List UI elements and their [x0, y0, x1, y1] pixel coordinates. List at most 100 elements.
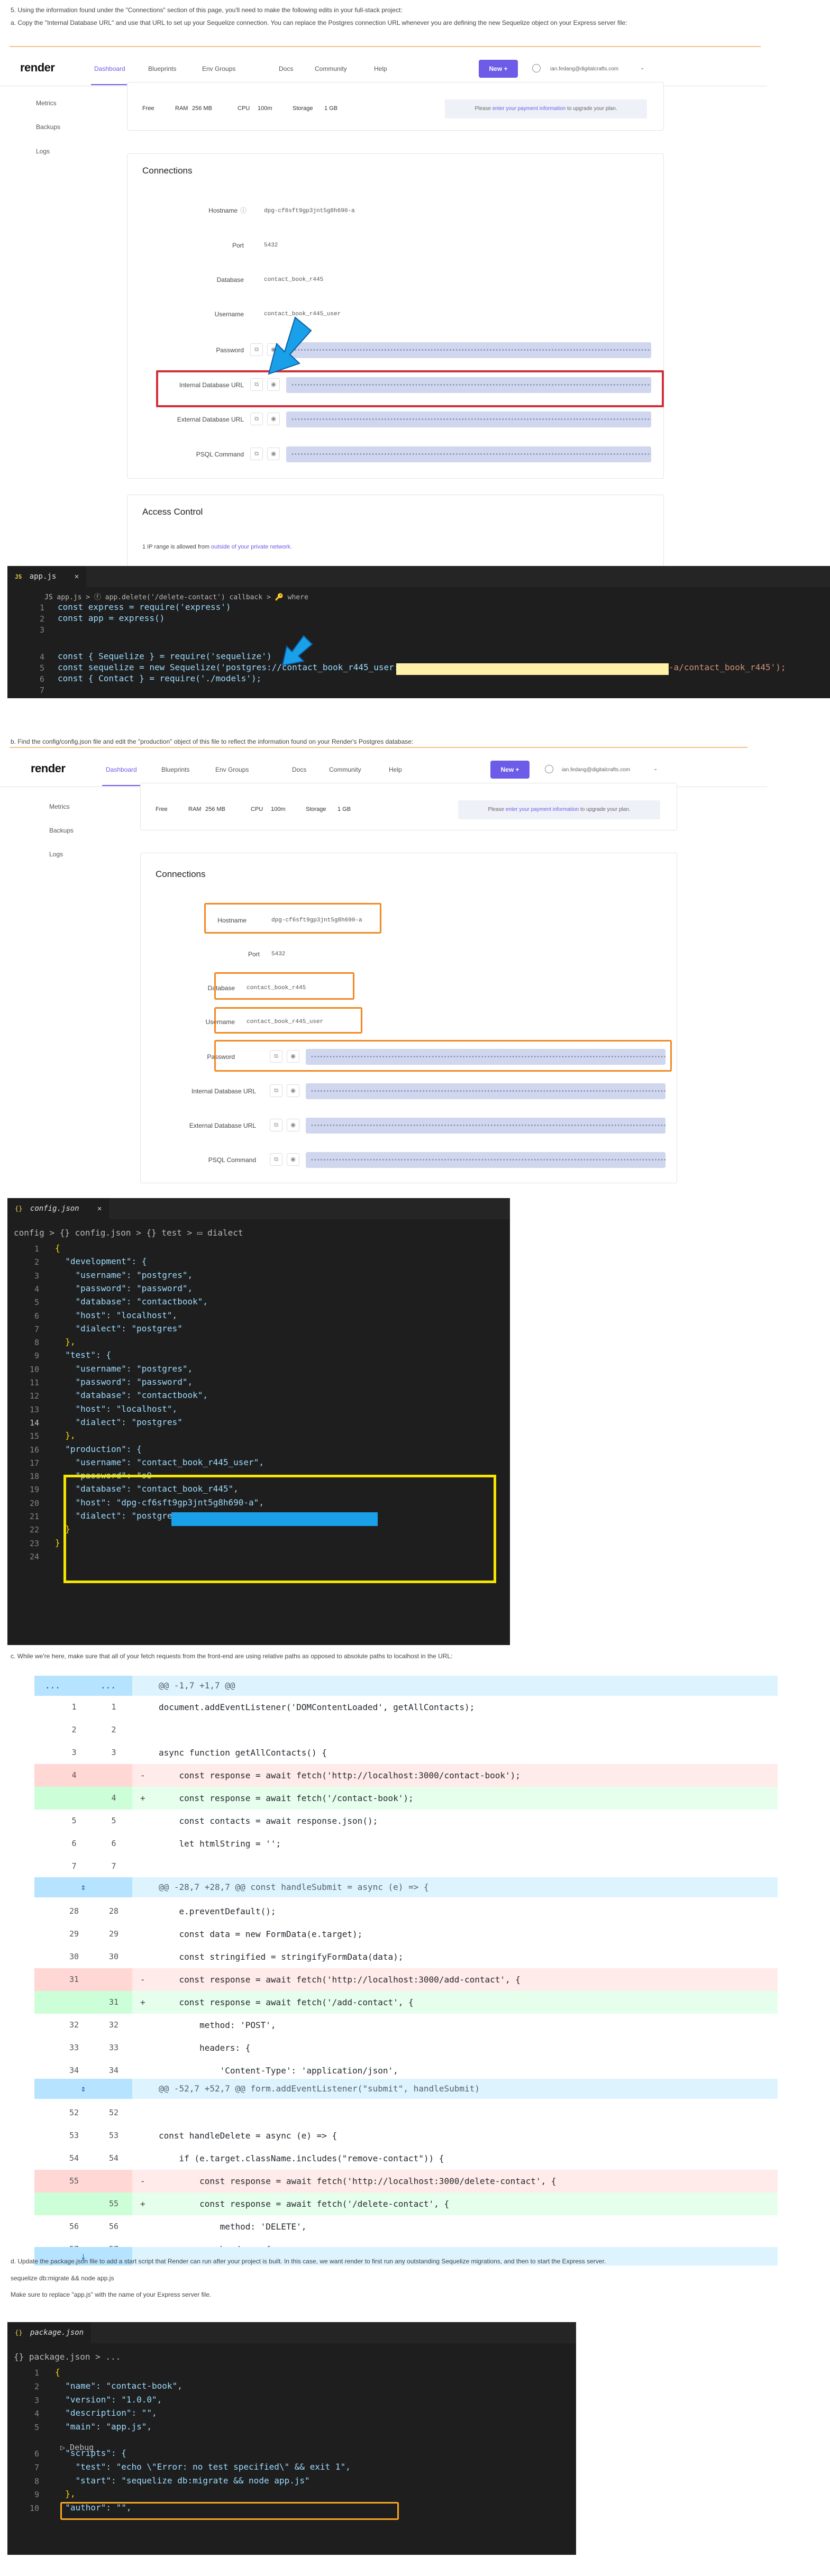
js-icon: JS [15, 573, 22, 580]
eye-icon[interactable]: ◉ [267, 447, 280, 460]
connections-title: Connections [142, 166, 193, 176]
plan-ram-label: RAM [175, 105, 188, 112]
appjs-editor: JS app.js ✕ JS app.js > ⓕ app.delete('/d… [7, 566, 830, 698]
nav-env-groups[interactable]: Env Groups [215, 766, 249, 773]
eye-icon[interactable]: ◉ [267, 413, 280, 425]
sidebar-item-backups[interactable]: Backups [49, 827, 74, 834]
diff-code: const handleDelete = async (e) => { [159, 2131, 338, 2141]
outside-network-link[interactable]: outside of your private network. [211, 544, 292, 550]
diff-code: const data = new FormData(e.target); [159, 1929, 363, 1939]
new-line-number: 56 [108, 2222, 119, 2231]
line-number: 2 [39, 614, 44, 624]
connections-card: Connections Hostname ⓘ dpg-cf6sft9gp3jnt… [127, 153, 664, 479]
close-icon[interactable]: ✕ [75, 572, 79, 581]
nav-blueprints[interactable]: Blueprints [161, 766, 189, 773]
diff-dots[interactable]: ...... [34, 1676, 132, 1696]
diff-row: 53 53 const handleDelete = async (e) => { [34, 2124, 778, 2147]
tab-configjson[interactable]: {} config.json ✕ [7, 1198, 110, 1219]
old-line-number: 28 [69, 1906, 79, 1916]
old-line-number: 1 [71, 1702, 77, 1712]
old-line-number: 5 [71, 1816, 77, 1825]
database-value: contact_book_r445 [264, 277, 324, 283]
diff-code: let htmlString = ''; [159, 1839, 281, 1849]
diff-hunk-header: ...... @@ -1,7 +1,7 @@ [34, 1676, 778, 1696]
json-icon: {} [15, 1205, 23, 1212]
line-number: 7 [34, 2462, 39, 2472]
eye-icon[interactable]: ◉ [287, 1119, 299, 1131]
sidebar-item-metrics[interactable]: Metrics [49, 803, 70, 810]
diff-row: 29 29 const data = new FormData(e.target)… [34, 1923, 778, 1945]
diff-row: 4 - const response = await fetch('http://… [34, 1764, 778, 1787]
nav-env-groups[interactable]: Env Groups [202, 65, 235, 72]
render-logo[interactable]: render [20, 61, 55, 75]
close-icon[interactable]: ✕ [97, 1204, 102, 1213]
sidebar-item-logs[interactable]: Logs [36, 148, 50, 155]
avatar-icon[interactable] [545, 765, 553, 773]
line-number: 12 [29, 1391, 39, 1401]
nav-blueprints[interactable]: Blueprints [148, 65, 176, 72]
line-number: 1 [34, 2368, 39, 2378]
new-button[interactable]: New + [479, 60, 518, 78]
sidebar-item-metrics[interactable]: Metrics [36, 99, 57, 107]
line-number: 3 [34, 1271, 39, 1281]
diff-marker: - [140, 1770, 145, 1780]
account-email[interactable]: ian.fedang@digitalcrafts.com [562, 767, 630, 773]
line-number: 8 [34, 1338, 39, 1348]
info-icon[interactable]: ⓘ [240, 206, 247, 215]
tab-packagejson[interactable]: {} package.json [7, 2322, 92, 2343]
chevron-down-icon[interactable]: ⌄ [653, 766, 658, 772]
diff-row: 32 32 method: 'POST', [34, 2014, 778, 2036]
nav-community[interactable]: Community [315, 65, 347, 72]
plan-ram: 256 MB [192, 105, 212, 112]
code-line: const app = express() [58, 613, 165, 623]
code-line: const sequelize = new Sequelize('postgre… [58, 662, 399, 672]
code-line: const express = require('express') [58, 602, 231, 612]
old-line-number: 3 [71, 1748, 77, 1757]
chevron-down-icon[interactable]: ⌄ [640, 65, 644, 71]
line-number: 23 [29, 1538, 39, 1548]
copy-icon[interactable]: ⧉ [270, 1119, 282, 1131]
copy-icon[interactable]: ⧉ [270, 1084, 282, 1097]
eye-icon[interactable]: ◉ [287, 1084, 299, 1097]
nav-docs[interactable]: Docs [292, 766, 306, 773]
new-line-number: 3 [111, 1748, 116, 1757]
sidebar-item-backups[interactable]: Backups [36, 123, 60, 131]
plan-free: Free [142, 105, 154, 112]
username-label: Username [214, 310, 244, 318]
avatar-icon[interactable] [532, 64, 541, 72]
render-dashboard-screenshot-2: render Dashboard Blueprints Env Groups D… [0, 751, 767, 1193]
sidebar-item-logs[interactable]: Logs [49, 851, 63, 858]
external-url-label: External Database URL [177, 416, 244, 423]
access-text: 1 IP range is allowed from [142, 544, 209, 550]
diff-row: 54 54 if (e.target.className.includes("re… [34, 2147, 778, 2170]
dots-new: ... [101, 1680, 116, 1691]
old-line-number: 55 [69, 2176, 79, 2186]
account-email[interactable]: ian.fedang@digitalcrafts.com [550, 66, 618, 72]
line-number: 1 [39, 603, 44, 613]
copy-icon[interactable]: ⧉ [250, 413, 263, 425]
diff-row: 3 3 async function getAllContacts() { [34, 1741, 778, 1764]
copy-icon[interactable]: ⧉ [250, 447, 263, 460]
nav-docs[interactable]: Docs [279, 65, 293, 72]
new-button[interactable]: New + [490, 761, 530, 779]
render-logo[interactable]: render [31, 762, 66, 775]
line-number: 6 [34, 1311, 39, 1321]
old-line-number: 32 [69, 2020, 79, 2030]
nav-dashboard[interactable]: Dashboard [106, 766, 137, 773]
nav-community[interactable]: Community [329, 766, 361, 773]
expand-icon[interactable]: ⇕ [34, 1877, 132, 1897]
nav-help[interactable]: Help [374, 65, 387, 72]
nav-help[interactable]: Help [389, 766, 402, 773]
diff-code: const response = await fetch('/delete-co… [159, 2199, 450, 2209]
nav-dashboard[interactable]: Dashboard [94, 65, 125, 72]
debug-codelens[interactable]: ▷ Debug [60, 2443, 94, 2452]
code-line: const { Sequelize } = require('sequelize… [58, 651, 272, 661]
tab-appjs[interactable]: JS app.js ✕ [7, 566, 87, 587]
line-number: 7 [34, 1324, 39, 1334]
old-line-number: 56 [69, 2222, 79, 2231]
payment-link[interactable]: enter your payment information [506, 807, 579, 812]
payment-link[interactable]: enter your payment information [492, 106, 566, 112]
copy-icon[interactable]: ⧉ [270, 1153, 282, 1166]
old-line-number: 52 [69, 2108, 79, 2117]
eye-icon[interactable]: ◉ [287, 1153, 299, 1166]
